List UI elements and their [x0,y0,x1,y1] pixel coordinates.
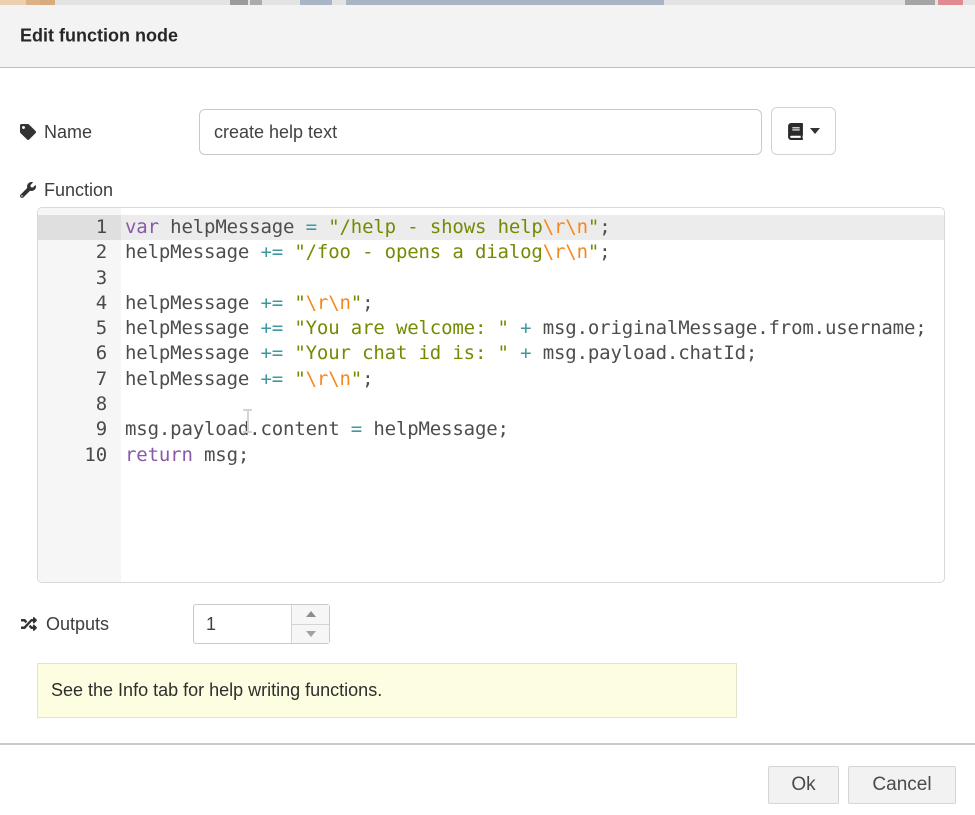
line-number: 3 [38,266,121,291]
outputs-spinner: 1 [193,604,330,644]
code-line[interactable]: 7helpMessage += "\r\n"; [38,367,944,392]
code-line[interactable]: 5helpMessage += "You are welcome: " + ms… [38,316,944,341]
line-number: 9 [38,417,121,442]
code-line[interactable]: 9msg.payload.content = helpMessage; [38,417,944,442]
line-number: 4 [38,291,121,316]
code-line[interactable]: 8 [38,392,944,417]
name-label: Name [20,109,92,155]
dialog-footer: Ok Cancel [0,743,975,815]
function-code-editor[interactable]: 1var helpMessage = "/help - shows help\r… [37,207,945,583]
edit-function-dialog: Edit function node Name Function 1var he… [0,5,975,815]
tag-icon [20,124,36,140]
caret-down-icon [810,128,820,134]
line-number: 7 [38,367,121,392]
code-text: helpMessage += "You are welcome: " + msg… [121,316,927,341]
line-number: 6 [38,341,121,366]
line-number: 8 [38,392,121,417]
code-text: msg.payload.content = helpMessage; [121,417,509,442]
info-message-box: See the Info tab for help writing functi… [37,663,737,718]
wrench-icon [20,182,36,198]
dialog-header: Edit function node [0,5,975,68]
editor-rows: 1var helpMessage = "/help - shows help\r… [38,215,944,468]
code-line[interactable]: 1var helpMessage = "/help - shows help\r… [38,215,944,240]
function-label-text: Function [44,180,113,201]
dialog-title: Edit function node [20,26,178,47]
info-message-text: See the Info tab for help writing functi… [51,680,382,701]
code-text: var helpMessage = "/help - shows help\r\… [121,215,610,240]
code-text: helpMessage += "Your chat id is: " + msg… [121,341,757,366]
chevron-down-icon [306,631,316,637]
name-input[interactable] [199,109,762,155]
book-icon [788,123,803,140]
library-button[interactable] [771,107,836,155]
spinner-up-button[interactable] [292,605,329,625]
spinner-down-button[interactable] [292,625,329,644]
outputs-value[interactable]: 1 [206,605,216,643]
code-text [121,392,125,417]
mouse-cursor-ibeam [241,409,254,433]
code-line[interactable]: 6helpMessage += "Your chat id is: " + ms… [38,341,944,366]
code-text: helpMessage += "/foo - opens a dialog\r\… [121,240,610,265]
outputs-label-text: Outputs [46,614,109,635]
code-line[interactable]: 4helpMessage += "\r\n"; [38,291,944,316]
code-text: helpMessage += "\r\n"; [121,367,373,392]
code-text [121,266,125,291]
code-line[interactable]: 2helpMessage += "/foo - opens a dialog\r… [38,240,944,265]
line-number: 5 [38,316,121,341]
code-text: helpMessage += "\r\n"; [121,291,373,316]
function-label: Function [20,175,113,205]
chevron-up-icon [306,611,316,617]
line-number: 10 [38,443,121,468]
shuffle-icon [20,616,38,632]
line-number: 2 [38,240,121,265]
ok-button[interactable]: Ok [768,766,839,804]
cancel-button[interactable]: Cancel [848,766,956,804]
code-line[interactable]: 10return msg; [38,443,944,468]
spinner-buttons [291,605,329,643]
line-number: 1 [38,215,121,240]
outputs-label: Outputs [20,604,109,644]
code-text: return msg; [121,443,249,468]
name-label-text: Name [44,122,92,143]
code-line[interactable]: 3 [38,266,944,291]
